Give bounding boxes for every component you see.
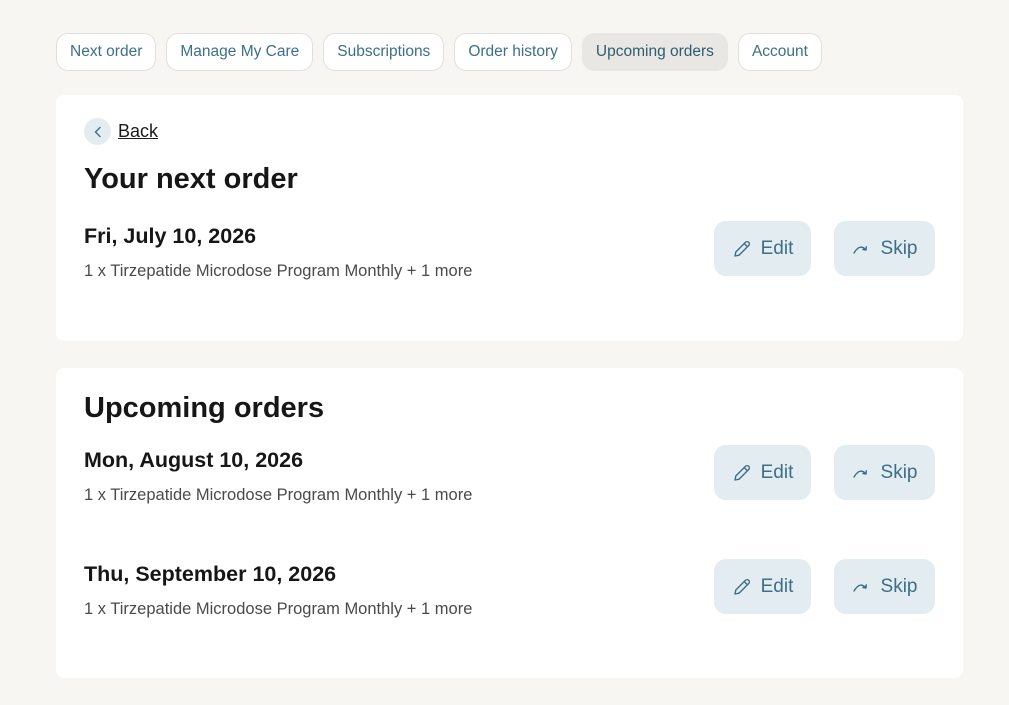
skip-button[interactable]: Skip — [834, 221, 935, 276]
account-tabs: Next order Manage My Care Subscriptions … — [56, 33, 822, 71]
next-order-card: Back Your next order Fri, July 10, 2026 … — [56, 95, 963, 341]
back-label[interactable]: Back — [118, 121, 158, 142]
next-order-item: Fri, July 10, 2026 1 x Tirzepatide Micro… — [84, 221, 935, 285]
edit-label: Edit — [760, 461, 794, 483]
skip-label: Skip — [880, 461, 918, 483]
skip-label: Skip — [880, 575, 918, 597]
skip-arc-icon — [852, 467, 872, 479]
pencil-icon — [732, 239, 752, 259]
upcoming-order-item: Thu, September 10, 2026 1 x Tirzepatide … — [84, 559, 935, 623]
back-link[interactable]: Back — [84, 118, 158, 145]
tab-next-order[interactable]: Next order — [56, 33, 157, 71]
skip-arc-icon — [852, 243, 872, 255]
edit-button[interactable]: Edit — [714, 445, 811, 500]
upcoming-orders-card: Upcoming orders Mon, August 10, 2026 1 x… — [56, 368, 963, 678]
upcoming-order-item: Mon, August 10, 2026 1 x Tirzepatide Mic… — [84, 445, 935, 509]
pencil-icon — [732, 577, 752, 597]
next-order-title: Your next order — [84, 163, 298, 195]
skip-button[interactable]: Skip — [834, 559, 935, 614]
tab-subscriptions[interactable]: Subscriptions — [323, 33, 445, 71]
order-actions: Edit Skip — [714, 559, 935, 614]
tab-manage-my-care[interactable]: Manage My Care — [166, 33, 314, 71]
tab-account[interactable]: Account — [737, 33, 822, 71]
edit-label: Edit — [760, 575, 794, 597]
edit-button[interactable]: Edit — [714, 221, 811, 276]
upcoming-orders-title: Upcoming orders — [84, 392, 325, 424]
order-description: 1 x Tirzepatide Microdose Program Monthl… — [84, 486, 473, 504]
order-actions: Edit Skip — [714, 445, 935, 500]
pencil-icon — [732, 463, 752, 483]
order-actions: Edit Skip — [714, 221, 935, 276]
skip-button[interactable]: Skip — [834, 445, 935, 500]
chevron-left-icon — [84, 118, 111, 145]
skip-label: Skip — [880, 237, 918, 259]
tab-upcoming-orders[interactable]: Upcoming orders — [581, 33, 728, 71]
edit-label: Edit — [760, 237, 794, 259]
tab-order-history[interactable]: Order history — [454, 33, 572, 71]
order-description: 1 x Tirzepatide Microdose Program Monthl… — [84, 600, 473, 618]
skip-arc-icon — [852, 581, 872, 593]
order-description: 1 x Tirzepatide Microdose Program Monthl… — [84, 262, 473, 280]
edit-button[interactable]: Edit — [714, 559, 811, 614]
